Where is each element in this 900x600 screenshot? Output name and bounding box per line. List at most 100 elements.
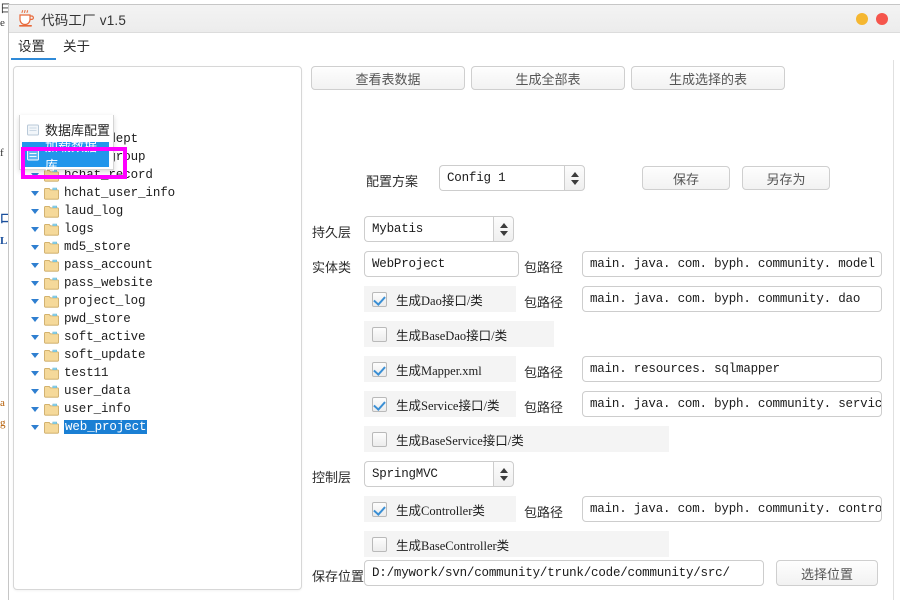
settings-dropdown-menu[interactable]: 数据库配置 加载数据库 [19,115,114,173]
view-table-data-button[interactable]: 查看表数据 [311,66,465,90]
dao-package-path-input[interactable]: main. java. com. byph. community. dao [582,286,882,312]
chevron-down-icon [31,316,39,322]
generate-mapper-checkbox[interactable] [372,361,387,377]
tree-node-laud_log[interactable]: laud_log [22,202,301,220]
tree-node-hchat_user_info[interactable]: hchat_user_info [22,184,301,202]
tree-expand-toggle[interactable] [28,406,42,412]
menu-item-settings-label: 设置 [18,39,45,54]
chevron-down-icon [31,280,39,286]
tree-expand-toggle[interactable] [28,424,42,430]
generate-dao-row[interactable]: 生成Dao接口/类 [364,286,516,312]
menu-item-about-label: 关于 [63,39,90,54]
chevron-down-icon [31,208,39,214]
tree-node-soft_active[interactable]: soft_active [22,328,301,346]
generate-all-tables-button[interactable]: 生成全部表 [471,66,625,90]
tree-expand-toggle[interactable] [28,172,42,178]
folder-icon [44,403,59,416]
generate-selected-tables-button[interactable]: 生成选择的表 [631,66,785,90]
chevron-down-icon [31,298,39,304]
generate-controller-checkbox[interactable] [372,501,387,517]
generate-basecontroller-row[interactable]: 生成BaseController类 [364,531,669,557]
title-bar: 代码工厂 v1.5 [9,5,900,33]
menu-item-about[interactable]: 关于 [54,33,99,60]
background-text-fragment: f [0,147,4,159]
entity-class-input[interactable]: WebProject [364,251,519,277]
service-package-path-input[interactable]: main. java. com. byph. community. servic… [582,391,882,417]
tree-node-test11[interactable]: test11 [22,364,301,382]
tree-node-pass_account[interactable]: pass_account [22,256,301,274]
choose-location-button[interactable]: 选择位置 [776,560,878,586]
generate-service-row[interactable]: 生成Service接口/类 [364,391,516,417]
choose-location-label: 选择位置 [800,566,853,582]
tree-node-md5_store[interactable]: md5_store [22,238,301,256]
control-layer-spinner-icon[interactable] [493,461,514,487]
arrow-up-icon [570,171,579,177]
config-scheme-spinner-icon[interactable] [564,165,585,191]
database-config-icon [27,124,39,135]
folder-icon [44,241,59,254]
close-button[interactable] [876,13,888,25]
generate-basedao-row[interactable]: 生成BaseDao接口/类 [364,321,554,347]
generate-dao-checkbox[interactable] [372,291,387,307]
tree-expand-toggle[interactable] [28,334,42,340]
controller-package-path-input[interactable]: main. java. com. byph. community. contro… [582,496,882,522]
folder-icon [44,295,59,308]
chevron-down-icon [31,406,39,412]
tree-expand-toggle[interactable] [28,316,42,322]
tree-expand-toggle[interactable] [28,244,42,250]
tree-node-label: soft_update [64,348,146,362]
tree-node-web_project[interactable]: web_project [22,418,301,436]
generate-baseservice-checkbox[interactable] [372,431,387,447]
generate-basecontroller-checkbox[interactable] [372,536,387,552]
tree-expand-toggle[interactable] [28,226,42,232]
tree-node-pwd_store[interactable]: pwd_store [22,310,301,328]
generate-baseservice-row[interactable]: 生成BaseService接口/类 [364,426,669,452]
tree-expand-toggle[interactable] [28,370,42,376]
tree-node-soft_update[interactable]: soft_update [22,346,301,364]
tree-expand-toggle[interactable] [28,388,42,394]
tree-node-logs[interactable]: logs [22,220,301,238]
tree-node-label: hchat_user_info [64,186,176,200]
generate-service-checkbox[interactable] [372,396,387,412]
persistence-layer-value: Mybatis [364,216,493,242]
save-config-button[interactable]: 保存 [642,166,730,190]
minimize-button[interactable] [856,13,868,25]
tree-node-pass_website[interactable]: pass_website [22,274,301,292]
folder-icon [44,277,59,290]
generate-basedao-checkbox[interactable] [372,326,387,342]
service-package-path-label: 包路径 [524,400,564,415]
chevron-down-icon [31,334,39,340]
tree-expand-toggle[interactable] [28,280,42,286]
controller-package-path-label: 包路径 [524,505,564,520]
tree-node-user_info[interactable]: user_info [22,400,301,418]
tree-expand-toggle[interactable] [28,352,42,358]
save-location-input[interactable]: D:/mywork/svn/community/trunk/code/commu… [364,560,764,586]
tree-node-project_log[interactable]: project_log [22,292,301,310]
mapper-package-path-input[interactable]: main. resources. sqlmapper [582,356,882,382]
folder-icon [44,223,59,236]
save-config-as-button[interactable]: 另存为 [742,166,830,190]
tree-expand-toggle[interactable] [28,190,42,196]
tree-expand-toggle[interactable] [28,262,42,268]
persistence-layer-select[interactable]: Mybatis [364,216,514,242]
arrow-down-icon [499,230,508,236]
control-layer-select[interactable]: SpringMVC [364,461,514,487]
chevron-down-icon [31,172,39,178]
generate-mapper-row[interactable]: 生成Mapper.xml [364,356,516,382]
generate-service-label: 生成Service接口/类 [396,398,500,413]
tree-expand-toggle[interactable] [28,298,42,304]
tree-node-label: pass_website [64,276,153,290]
entity-class-label: 实体类 [312,260,352,275]
tree-node-label: logs [64,222,94,236]
menu-item-settings[interactable]: 设置 [9,33,56,64]
view-table-data-label: 查看表数据 [355,71,421,87]
menu-option-load-database[interactable]: 加载数据库 [22,139,109,173]
tree-node-label: md5_store [64,240,131,254]
entity-package-path-input[interactable]: main. java. com. byph. community. model [582,251,882,277]
persistence-layer-spinner-icon[interactable] [493,216,514,242]
generate-controller-row[interactable]: 生成Controller类 [364,496,516,522]
tree-expand-toggle[interactable] [28,208,42,214]
tree-node-user_data[interactable]: user_data [22,382,301,400]
config-scheme-select[interactable]: Config 1 [439,165,585,191]
tree-node-label: pass_account [64,258,153,272]
